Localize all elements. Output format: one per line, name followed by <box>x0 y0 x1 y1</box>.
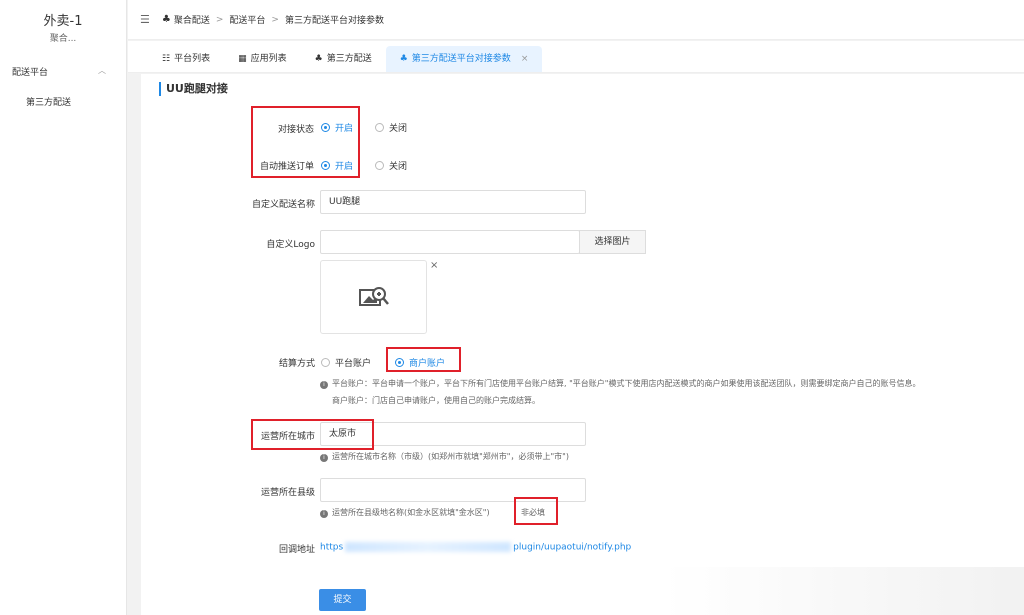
custom-logo-input[interactable] <box>320 230 580 254</box>
tab-label: 第三方配送平台对接参数 <box>411 54 511 64</box>
close-icon[interactable]: × <box>521 46 529 72</box>
grid-icon: ▦ <box>238 54 247 64</box>
image-placeholder-icon <box>358 287 389 306</box>
people-icon: ♣ <box>399 54 408 64</box>
custom-name-label: 自定义配送名称 <box>251 200 315 210</box>
highlight-box <box>251 106 360 178</box>
radio-unchecked-icon <box>375 123 384 132</box>
radio-unchecked-icon <box>375 161 384 170</box>
info-icon: i <box>320 510 328 518</box>
custom-logo-label: 自定义Logo <box>266 240 315 250</box>
sidebar: 外卖-1 聚合... 配送平台 ︿ 第三方配送 <box>0 0 127 615</box>
auto-push-radio-off[interactable]: 关闭 <box>375 159 407 172</box>
callback-label: 回调地址 <box>278 545 315 555</box>
status-radio-off[interactable]: 关闭 <box>375 121 407 134</box>
city-hint: i 运营所在城市名称（市级）(如郑州市就填"郑州市"，必须带上"市") <box>320 451 569 462</box>
tab-label: 第三方配送 <box>326 54 372 64</box>
brand: 外卖-1 聚合... <box>0 0 126 48</box>
section-title: UU跑腿对接 <box>159 82 228 96</box>
chevron-up-icon: ︿ <box>98 66 106 75</box>
tab-third-party-delivery[interactable]: ♣ 第三方配送 <box>301 46 386 72</box>
callback-url-suffix: plugin/uupaotui/notify.php <box>513 542 632 553</box>
info-icon: i <box>320 454 328 462</box>
settlement-hint-merchant: 商户账户：门店自己申请账户，使用自己的账户完成结算。 <box>332 396 540 405</box>
tab-label: 平台列表 <box>174 54 211 64</box>
brand-subtitle: 聚合... <box>49 34 77 44</box>
tab-app-list[interactable]: ▦ 应用列表 <box>224 46 301 72</box>
submit-button[interactable]: 提交 <box>319 589 366 611</box>
watermark-overlay <box>664 567 1024 615</box>
custom-name-input[interactable]: UU跑腿 <box>320 190 586 214</box>
redacted-text <box>345 542 512 552</box>
header: ☰ ♣ 聚合配送 > 配送平台 > 第三方配送平台对接参数 <box>128 0 1024 40</box>
sidebar-group-label: 配送平台 <box>12 68 49 78</box>
highlight-box <box>514 497 558 525</box>
breadcrumb-separator: > <box>215 14 224 25</box>
radio-label: 关闭 <box>389 162 408 172</box>
county-label: 运营所在县级 <box>260 488 315 498</box>
highlight-box <box>386 347 461 372</box>
menu-toggle-icon[interactable]: ☰ <box>140 13 150 26</box>
list-icon: ☷ <box>162 54 171 64</box>
callback-url[interactable]: https plugin/uupaotui/notify.php <box>320 542 631 553</box>
settlement-radio-platform[interactable]: 平台账户 <box>321 356 371 369</box>
breadcrumb-item: 第三方配送平台对接参数 <box>284 16 384 26</box>
breadcrumb-separator: > <box>271 14 279 25</box>
info-icon: i <box>320 381 328 389</box>
tab-third-party-params[interactable]: ♣ 第三方配送平台对接参数 × <box>385 46 543 72</box>
radio-label: 关闭 <box>389 124 408 134</box>
breadcrumb: ♣ 聚合配送 > 配送平台 > 第三方配送平台对接参数 <box>162 13 384 26</box>
sidebar-item-third-party-delivery[interactable]: 第三方配送 <box>0 90 126 116</box>
highlight-box <box>251 419 374 450</box>
tab-label: 应用列表 <box>250 54 287 64</box>
breadcrumb-item[interactable]: 聚合配送 <box>174 13 210 26</box>
sidebar-group-delivery-platform[interactable]: 配送平台 ︿ <box>0 48 126 90</box>
remove-image-icon[interactable]: × <box>430 260 438 271</box>
settlement-hint-platform: i 平台账户：平台申请一个账户，平台下所有门店使用平台账户结算, "平台账户"模式… <box>320 378 920 389</box>
callback-url-prefix: https <box>320 542 344 553</box>
settlement-label: 结算方式 <box>278 359 315 369</box>
people-icon: ♣ <box>161 14 171 25</box>
county-hint: i 运营所在县级地名称(如金水区就填"金水区") <box>320 507 490 518</box>
breadcrumb-item[interactable]: 配送平台 <box>229 13 265 26</box>
radio-unchecked-icon <box>321 358 330 367</box>
radio-label: 平台账户 <box>335 359 372 369</box>
sidebar-item-label: 第三方配送 <box>26 98 72 108</box>
brand-title: 外卖-1 <box>43 14 83 29</box>
tab-platform-list[interactable]: ☷ 平台列表 <box>148 46 224 72</box>
people-icon: ♣ <box>314 54 323 64</box>
logo-preview[interactable] <box>320 260 427 334</box>
tab-bar: ☷ 平台列表 ▦ 应用列表 ♣ 第三方配送 ♣ 第三方配送平台对接参数 × <box>128 41 1024 73</box>
choose-image-button[interactable]: 选择图片 <box>579 230 646 254</box>
main-panel: UU跑腿对接 对接状态 开启 关闭 自动推送订单 开启 关闭 自定义配送名称 U… <box>141 74 1024 578</box>
